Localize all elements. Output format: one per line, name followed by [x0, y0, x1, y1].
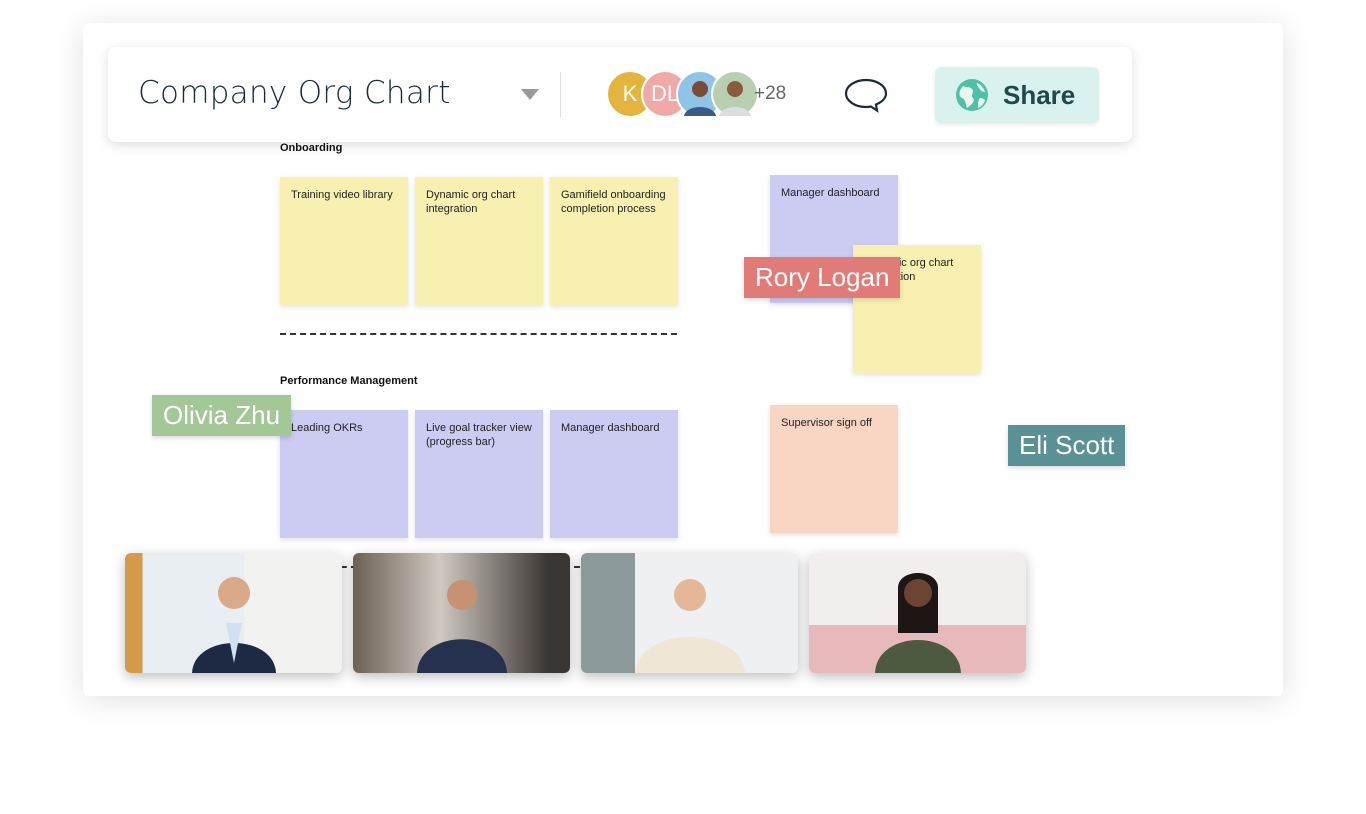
share-label: Share — [1003, 79, 1076, 110]
video-tile[interactable] — [353, 553, 570, 673]
sticky-note[interactable]: Training video library — [280, 177, 408, 305]
globe-icon — [956, 79, 988, 111]
sticky-note[interactable]: Manager dashboard — [550, 410, 678, 538]
section-divider — [280, 333, 677, 335]
section-title: Onboarding — [280, 142, 343, 154]
section-title: Performance Management — [280, 375, 418, 387]
more-collaborators-count[interactable]: +28 — [754, 83, 786, 105]
cursor-label: Olivia Zhu — [152, 395, 292, 436]
video-tile[interactable] — [809, 553, 1026, 673]
avatar[interactable] — [711, 70, 759, 118]
cursor-label: Eli Scott — [1008, 425, 1126, 466]
video-tile[interactable] — [581, 553, 798, 673]
sticky-note[interactable]: Leading OKRs — [280, 410, 408, 538]
chevron-down-icon[interactable] — [521, 89, 539, 100]
sticky-note[interactable]: Gamifield onboarding completion process — [550, 177, 678, 305]
sticky-note[interactable]: Supervisor sign off — [770, 405, 898, 533]
share-button[interactable]: Share — [935, 67, 1099, 123]
video-tile[interactable] — [125, 553, 342, 673]
top-bar: Company Org Chart K DL +28 Share — [108, 47, 1132, 142]
sticky-note[interactable]: Dynamic org chart integration — [415, 177, 543, 305]
sticky-note[interactable]: Live goal tracker view (progress bar) — [415, 410, 543, 538]
board-title[interactable]: Company Org Chart — [138, 75, 451, 111]
divider — [560, 72, 561, 117]
cursor-label: Rory Logan — [744, 257, 901, 298]
comment-icon[interactable] — [843, 77, 889, 118]
